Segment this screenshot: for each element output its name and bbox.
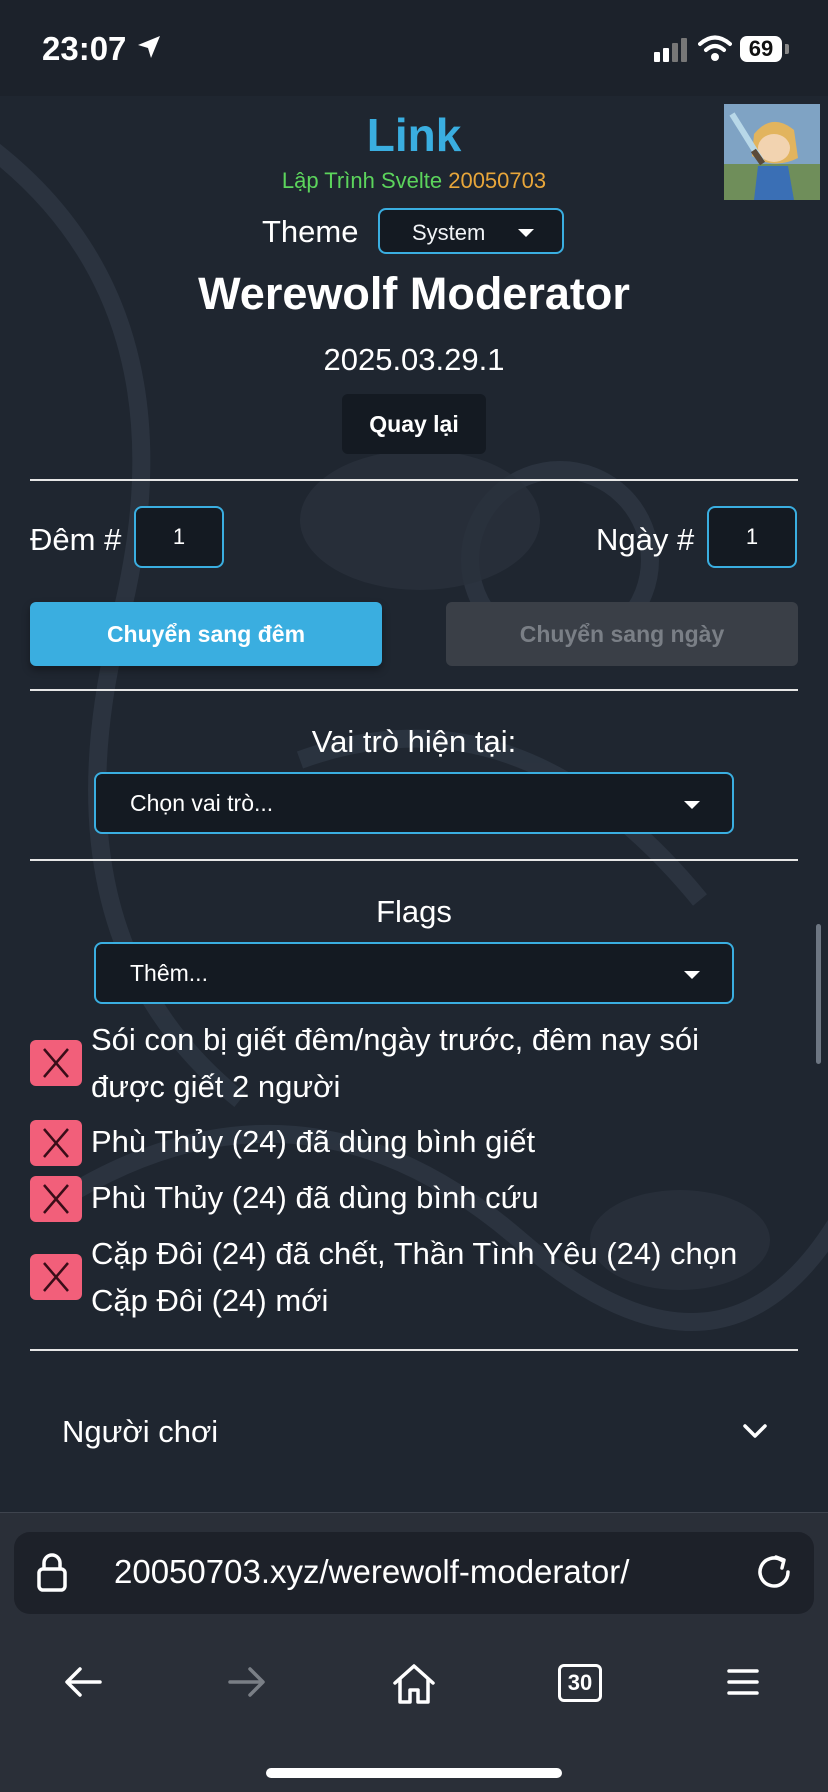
reload-icon[interactable] (754, 1552, 794, 1592)
lock-icon (37, 1553, 67, 1592)
remove-flag-button[interactable] (30, 1176, 82, 1222)
switch-to-night-button[interactable]: Chuyển sang đêm (30, 602, 382, 666)
flag-text-line: Cặp Đôi (24) đã chết, Thần Tình Yêu (24)… (91, 1236, 738, 1271)
current-role-label: Vai trò hiện tại: (311, 724, 517, 759)
flag-item: Phù Thủy (24) đã dùng bình cứu (30, 1174, 810, 1224)
flag-text: Phù Thủy (24) đã dùng bình giết (91, 1124, 536, 1159)
theme-row: Theme System (0, 208, 828, 258)
avatar-image[interactable] (724, 104, 820, 200)
close-icon (43, 1184, 69, 1214)
role-select-placeholder: Chọn vai trò... (130, 790, 274, 816)
page-title: Werewolf Moderator (198, 268, 630, 319)
address-bar[interactable]: 20050703.xyz/werewolf-moderator/ (14, 1532, 814, 1614)
theme-label: Theme (262, 214, 359, 249)
divider (30, 859, 798, 861)
back-arrow-icon[interactable] (62, 1662, 104, 1702)
flags-label: Flags (376, 894, 452, 929)
night-count-label: Đêm # (30, 522, 122, 557)
subtitle-orange: 20050703 (448, 168, 547, 193)
site-subtitle: Lập Trình Svelte 20050703 (0, 168, 828, 194)
battery-indicator: 69 (740, 36, 782, 62)
flag-text: Sói con bị giết đêm/ngày trước, đêm nay … (91, 1016, 699, 1110)
switch-to-day-button[interactable]: Chuyển sang ngày (446, 602, 798, 666)
close-icon (43, 1262, 69, 1292)
remove-flag-button[interactable] (30, 1120, 82, 1166)
battery-tip (785, 44, 789, 54)
version-text: 2025.03.29.1 (323, 342, 505, 377)
subtitle-green: Lập Trình Svelte (281, 168, 443, 193)
add-flag-placeholder: Thêm... (130, 960, 208, 986)
forward-arrow-icon[interactable] (226, 1662, 268, 1702)
divider (30, 689, 798, 691)
site-title[interactable]: Link (0, 108, 828, 162)
flag-text: Cặp Đôi (24) đã chết, Thần Tình Yêu (24)… (91, 1230, 737, 1324)
home-indicator (266, 1768, 562, 1778)
close-icon (43, 1048, 69, 1078)
chevron-down-icon (684, 801, 700, 809)
flag-text-line: được giết 2 người (91, 1069, 341, 1104)
status-bar: 23:07 69 (0, 0, 828, 96)
flag-text-line: Sói con bị giết đêm/ngày trước, đêm nay … (91, 1022, 699, 1057)
divider (30, 1349, 798, 1351)
close-icon (43, 1128, 69, 1158)
flag-text: Phù Thủy (24) đã dùng bình cứu (91, 1180, 539, 1215)
browser-nav: 30 (0, 1662, 828, 1722)
add-flag-select[interactable]: Thêm... (94, 942, 734, 1004)
tabs-button[interactable]: 30 (558, 1664, 602, 1702)
flag-item: Phù Thủy (24) đã dùng bình giết (30, 1118, 810, 1168)
day-count-label: Ngày # (596, 522, 695, 557)
night-count-input[interactable]: 1 (134, 506, 224, 568)
divider (0, 1512, 828, 1513)
status-time: 23:07 (42, 30, 127, 67)
theme-select-value: System (412, 220, 486, 245)
players-label: Người chơi (62, 1414, 219, 1449)
remove-flag-button[interactable] (30, 1040, 82, 1086)
players-section-toggle[interactable]: Người chơi (30, 1384, 798, 1484)
chevron-down-icon (684, 971, 700, 979)
location-arrow-icon (138, 36, 160, 58)
home-icon[interactable] (391, 1662, 437, 1706)
flag-text-line: Cặp Đôi (24) mới (91, 1283, 329, 1318)
chevron-down-icon (518, 229, 534, 237)
menu-icon[interactable] (726, 1662, 760, 1702)
scrollbar[interactable] (816, 924, 821, 1064)
cellular-signal-icon (654, 38, 687, 62)
url-text: 20050703.xyz/werewolf-moderator/ (114, 1553, 630, 1590)
browser-toolbar: 20050703.xyz/werewolf-moderator/ 30 (0, 1512, 828, 1792)
day-count-input[interactable]: 1 (707, 506, 797, 568)
divider (30, 479, 798, 481)
back-button[interactable]: Quay lại (342, 394, 486, 454)
wifi-icon (698, 35, 732, 61)
chevron-down-icon (743, 1424, 767, 1438)
flag-item: Sói con bị giết đêm/ngày trước, đêm nay … (30, 1016, 810, 1112)
role-select[interactable]: Chọn vai trò... (94, 772, 734, 834)
remove-flag-button[interactable] (30, 1254, 82, 1300)
flag-item: Cặp Đôi (24) đã chết, Thần Tình Yêu (24)… (30, 1230, 810, 1326)
theme-select[interactable]: System (378, 208, 564, 254)
